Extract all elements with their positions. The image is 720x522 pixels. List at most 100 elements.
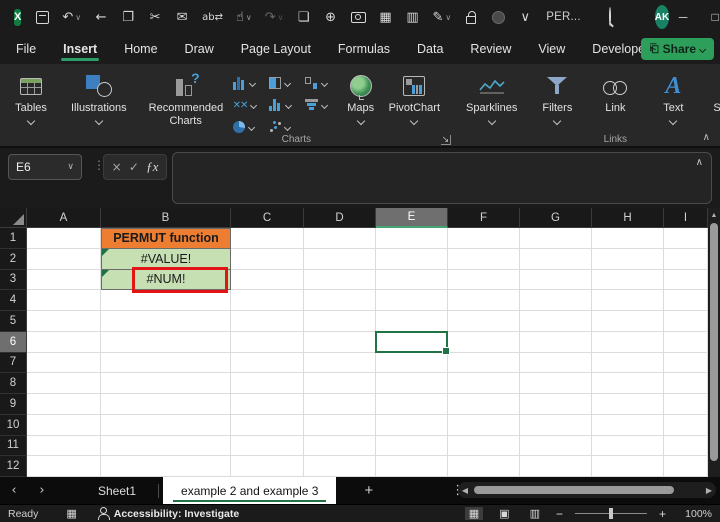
cell-I9[interactable] — [664, 394, 708, 415]
cell-A8[interactable] — [27, 373, 101, 394]
tables-button[interactable]: Tables — [8, 70, 54, 126]
cell-H3[interactable] — [592, 270, 664, 291]
sparklines-button[interactable]: Sparklines — [461, 70, 522, 126]
row-header-7[interactable]: 7 — [0, 353, 27, 374]
cell-D9[interactable] — [304, 394, 376, 415]
enter-button[interactable]: ✓ — [129, 160, 139, 174]
redo-button[interactable]: ↷∨ — [265, 10, 284, 25]
tab-formulas[interactable]: Formulas — [338, 38, 390, 60]
cell-G12[interactable] — [520, 456, 592, 477]
cell-I6[interactable] — [664, 332, 708, 353]
column-header-C[interactable]: C — [231, 208, 304, 228]
cell-I10[interactable] — [664, 415, 708, 436]
insert-funnel-chart-button[interactable] — [302, 94, 338, 116]
cell-D2[interactable] — [304, 249, 376, 270]
cell-A11[interactable] — [27, 436, 101, 457]
target-button[interactable]: ⊕ — [324, 10, 338, 25]
row-header-2[interactable]: 2 — [0, 249, 27, 270]
symbols-button[interactable]: Ω Symbols — [708, 70, 720, 126]
cell-D6[interactable] — [304, 332, 376, 353]
cell-G2[interactable] — [520, 249, 592, 270]
scroll-right-icon[interactable]: ▶ — [702, 486, 716, 495]
column-header-H[interactable]: H — [592, 208, 664, 228]
cell-D5[interactable] — [304, 311, 376, 332]
cell-E2[interactable] — [376, 249, 448, 270]
cell-E5[interactable] — [376, 311, 448, 332]
cell-G9[interactable] — [520, 394, 592, 415]
cell-G3[interactable] — [520, 270, 592, 291]
save-button[interactable] — [35, 11, 49, 24]
tab-page-layout[interactable]: Page Layout — [241, 38, 311, 60]
permissions-button[interactable] — [464, 11, 478, 24]
cell-A4[interactable] — [27, 290, 101, 311]
cell-F10[interactable] — [448, 415, 520, 436]
insert-column-chart-button[interactable] — [230, 72, 266, 94]
email-button[interactable]: ✉ — [175, 10, 189, 25]
cell-F5[interactable] — [448, 311, 520, 332]
back-button[interactable]: ← — [94, 10, 108, 25]
cell-C10[interactable] — [231, 415, 304, 436]
datasheet-button[interactable]: ▥ — [406, 10, 420, 25]
cell-A5[interactable] — [27, 311, 101, 332]
link-button[interactable]: Link — [592, 70, 638, 117]
column-header-E[interactable]: E — [376, 208, 448, 228]
cell-G6[interactable] — [520, 332, 592, 353]
next-sheet-button[interactable]: › — [28, 483, 56, 498]
cell-F6[interactable] — [448, 332, 520, 353]
cell-I7[interactable] — [664, 353, 708, 374]
cell-I1[interactable] — [664, 228, 708, 249]
cell-A12[interactable] — [27, 456, 101, 477]
previous-sheet-button[interactable]: ‹ — [0, 483, 28, 498]
insert-function-button[interactable]: ƒx — [146, 159, 158, 175]
cell-E8[interactable] — [376, 373, 448, 394]
page-break-view-button[interactable]: ▥ — [526, 507, 544, 520]
cell-D4[interactable] — [304, 290, 376, 311]
row-header-11[interactable]: 11 — [0, 436, 27, 457]
cell-A2[interactable] — [27, 249, 101, 270]
cell-A6[interactable] — [27, 332, 101, 353]
text-button[interactable]: A Text — [650, 70, 696, 126]
cell-H10[interactable] — [592, 415, 664, 436]
name-box[interactable]: E6 ∨ — [8, 154, 82, 180]
cell-C11[interactable] — [231, 436, 304, 457]
cell-C4[interactable] — [231, 290, 304, 311]
row-header-10[interactable]: 10 — [0, 415, 27, 436]
cut-button[interactable]: ✂ — [148, 10, 162, 25]
collapse-ribbon-button[interactable]: ∧ — [703, 132, 710, 143]
pivotchart-button[interactable]: PivotChart — [384, 70, 445, 126]
cell-A1[interactable] — [27, 228, 101, 249]
cell-G11[interactable] — [520, 436, 592, 457]
select-all-button[interactable] — [0, 208, 27, 228]
cell-A3[interactable] — [27, 270, 101, 291]
cell-B5[interactable] — [101, 311, 231, 332]
zoom-slider-thumb[interactable] — [609, 508, 613, 519]
camera-button[interactable] — [351, 12, 366, 23]
cell-E7[interactable] — [376, 353, 448, 374]
cell-A9[interactable] — [27, 394, 101, 415]
cell-F7[interactable] — [448, 353, 520, 374]
cell-E10[interactable] — [376, 415, 448, 436]
cell-D12[interactable] — [304, 456, 376, 477]
cell-B6[interactable] — [101, 332, 231, 353]
cell-H2[interactable] — [592, 249, 664, 270]
cell-I5[interactable] — [664, 311, 708, 332]
zoom-level[interactable]: 100% — [678, 508, 712, 520]
form-button[interactable]: ▦ — [379, 10, 393, 25]
illustrations-button[interactable]: Illustrations — [66, 70, 132, 126]
cell-C3[interactable] — [231, 270, 304, 291]
cell-B7[interactable] — [101, 353, 231, 374]
cell-F11[interactable] — [448, 436, 520, 457]
row-header-9[interactable]: 9 — [0, 394, 27, 415]
draw-button[interactable]: ✎∨ — [433, 10, 452, 25]
zoom-slider[interactable] — [575, 513, 647, 514]
horizontal-scrollbar-thumb[interactable] — [474, 486, 674, 494]
cell-D10[interactable] — [304, 415, 376, 436]
maps-button[interactable]: Maps — [338, 70, 384, 126]
page-layout-view-button[interactable]: ▣ — [495, 507, 513, 520]
cell-A7[interactable] — [27, 353, 101, 374]
column-header-B[interactable]: B — [101, 208, 231, 228]
zoom-out-button[interactable]: − — [556, 507, 563, 521]
touch-mode-button[interactable]: ☝∨ — [236, 10, 252, 25]
cell-C8[interactable] — [231, 373, 304, 394]
column-header-D[interactable]: D — [304, 208, 376, 228]
